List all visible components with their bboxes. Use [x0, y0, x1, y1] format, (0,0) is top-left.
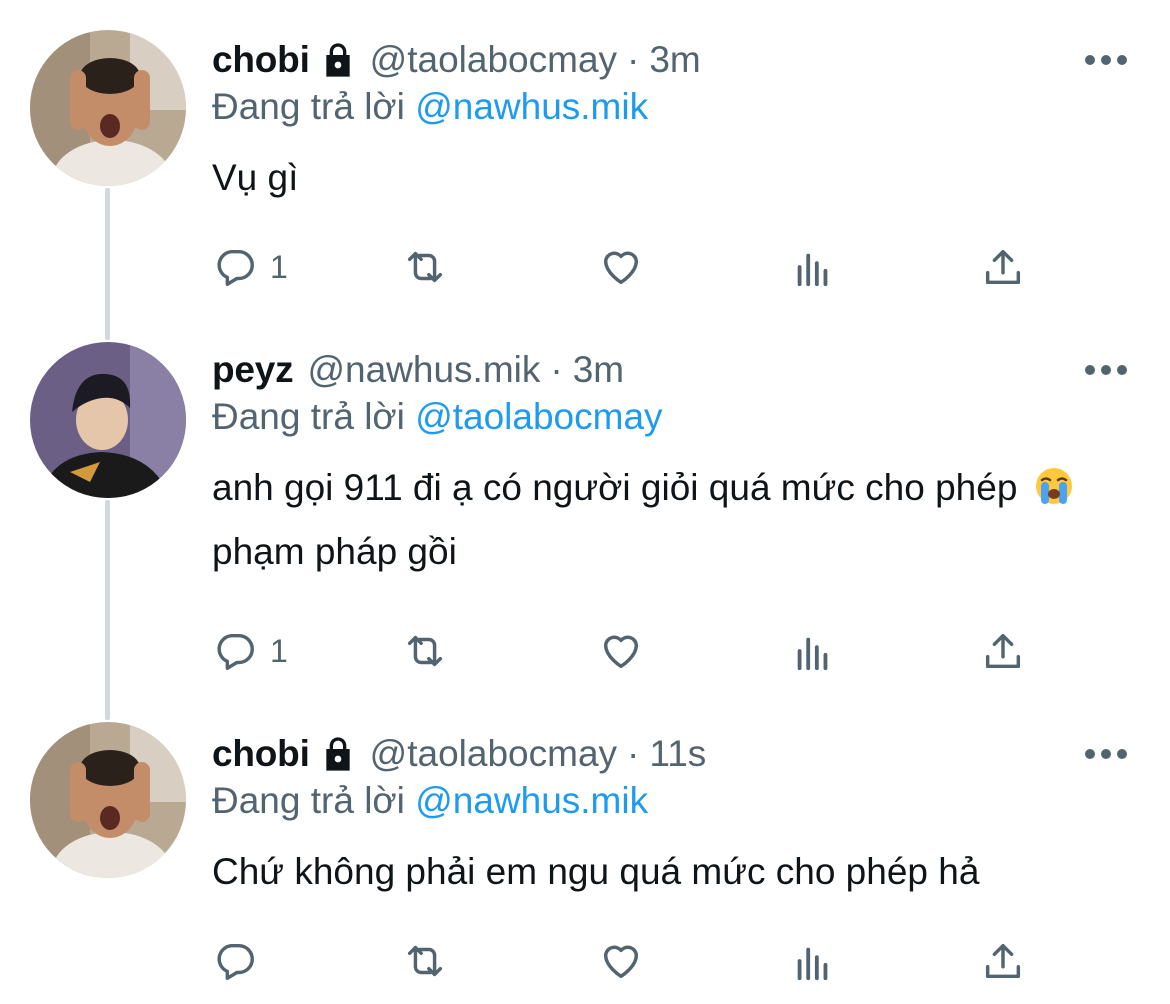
share-icon — [985, 633, 1021, 669]
tweet[interactable]: chobi @taolabocmay · 11s Đang trả lời @n… — [0, 710, 1170, 1004]
tweet-thread: chobi @taolabocmay · 3m Đang trả lời @na… — [0, 0, 1170, 1004]
like-button[interactable] — [598, 626, 644, 676]
lock-icon — [318, 734, 358, 774]
retweet-button[interactable] — [402, 626, 448, 676]
reply-button[interactable]: 1 — [212, 626, 288, 676]
tweet-actions — [212, 936, 1032, 986]
like-icon — [603, 635, 639, 669]
tweet[interactable]: chobi @taolabocmay · 3m Đang trả lời @na… — [0, 0, 1170, 330]
avatar-image — [30, 342, 186, 498]
views-icon — [797, 637, 828, 671]
avatar[interactable] — [30, 342, 186, 498]
reply-icon — [217, 249, 254, 286]
reply-button[interactable] — [212, 936, 258, 986]
avatar[interactable] — [30, 30, 186, 186]
tweet-text: Vụ gì — [212, 157, 299, 198]
tweet-actions: 1 — [212, 626, 1032, 676]
reply-icon — [217, 943, 254, 980]
views-icon — [797, 253, 828, 287]
share-button[interactable] — [980, 626, 1026, 676]
tweet-text: Chứ không phải em ngu quá mức cho phép h… — [212, 851, 980, 892]
tweet-header: chobi @taolabocmay · 3m — [212, 36, 1130, 84]
replying-label: Đang trả lời — [212, 86, 405, 127]
tweet-text-part: anh gọi 911 đi ạ có người giỏi quá mức c… — [212, 467, 1018, 508]
tweet-text-part: phạm pháp gồi — [212, 531, 457, 572]
share-icon — [985, 943, 1021, 979]
reply-count: 1 — [270, 632, 288, 669]
retweet-button[interactable] — [402, 242, 448, 292]
separator-dot: · — [550, 349, 563, 390]
avatar-image — [30, 722, 186, 878]
views-button[interactable] — [790, 936, 836, 986]
like-button[interactable] — [598, 936, 644, 986]
replying-to: Đang trả lời @taolabocmay — [212, 396, 1130, 442]
avatar-image — [30, 30, 186, 186]
like-button[interactable] — [598, 242, 644, 292]
user-handle[interactable]: @taolabocmay — [370, 733, 617, 775]
more-icon[interactable] — [1082, 740, 1130, 768]
replying-to: Đang trả lời @nawhus.mik — [212, 86, 1130, 132]
more-icon[interactable] — [1082, 46, 1130, 74]
avatar[interactable] — [30, 722, 186, 878]
tweet-timestamp[interactable]: 3m — [573, 349, 624, 391]
loudly-crying-emoji-icon — [1034, 466, 1074, 506]
retweet-button[interactable] — [402, 936, 448, 986]
separator-dot: · — [627, 39, 640, 80]
retweet-icon — [407, 635, 443, 667]
like-icon — [603, 251, 639, 285]
replying-to-link[interactable]: @taolabocmay — [415, 396, 662, 437]
views-icon — [797, 947, 828, 981]
tweet-timestamp[interactable]: 11s — [649, 733, 706, 775]
tweet-text: anh gọi 911 đi ạ có người giỏi quá mức c… — [212, 456, 1092, 584]
display-name[interactable]: peyz — [212, 349, 294, 391]
retweet-icon — [407, 251, 443, 283]
replying-label: Đang trả lời — [212, 780, 405, 821]
lock-icon — [318, 40, 358, 80]
replying-to: Đang trả lời @nawhus.mik — [212, 780, 1130, 826]
tweet-header: chobi @taolabocmay · 11s — [212, 730, 1130, 778]
user-handle[interactable]: @nawhus.mik — [307, 349, 540, 391]
views-button[interactable] — [790, 626, 836, 676]
display-name[interactable]: chobi — [212, 733, 310, 775]
display-name[interactable]: chobi — [212, 39, 310, 81]
user-handle[interactable]: @taolabocmay — [370, 39, 617, 81]
replying-label: Đang trả lời — [212, 396, 405, 437]
tweet[interactable]: peyz @nawhus.mik · 3m Đang trả lời @taol… — [0, 330, 1170, 710]
share-icon — [985, 249, 1021, 285]
views-button[interactable] — [790, 242, 836, 292]
share-button[interactable] — [980, 936, 1026, 986]
more-icon[interactable] — [1082, 356, 1130, 384]
like-icon — [603, 945, 639, 979]
separator-dot: · — [627, 733, 640, 774]
tweet-timestamp[interactable]: 3m — [649, 39, 700, 81]
retweet-icon — [407, 945, 443, 977]
replying-to-link[interactable]: @nawhus.mik — [415, 780, 648, 821]
tweet-actions: 1 — [212, 242, 1032, 292]
reply-count: 1 — [270, 248, 288, 285]
share-button[interactable] — [980, 242, 1026, 292]
reply-icon — [217, 633, 254, 670]
replying-to-link[interactable]: @nawhus.mik — [415, 86, 648, 127]
tweet-header: peyz @nawhus.mik · 3m — [212, 346, 1130, 394]
reply-button[interactable]: 1 — [212, 242, 288, 292]
